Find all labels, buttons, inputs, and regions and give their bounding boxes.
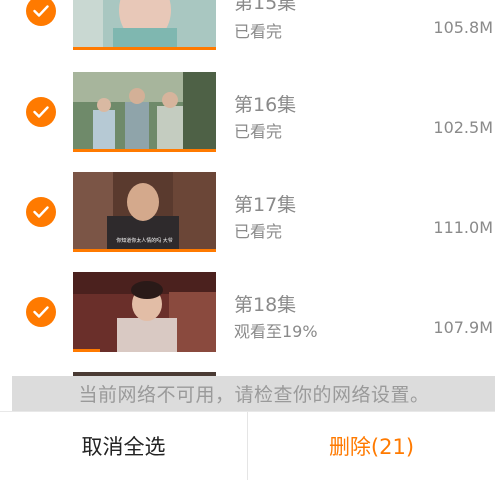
episode-title: 第15集 — [234, 0, 297, 14]
episode-file-size: 107.9M — [433, 318, 493, 337]
episode-thumbnail[interactable]: 你知道你太人情的吗 大爷 — [73, 172, 216, 252]
episode-thumbnail[interactable] — [73, 272, 216, 352]
episode-watch-status: 观看至19% — [234, 322, 318, 341]
checkbox-checked-icon[interactable] — [26, 0, 56, 26]
bottom-action-bar: 取消全选 删除(21) — [0, 411, 495, 480]
episode-title: 第18集 — [234, 294, 297, 316]
episode-row[interactable]: 第16集 已看完 102.5M — [0, 60, 495, 160]
watch-progress-bar — [73, 47, 216, 50]
episode-row[interactable]: 第18集 观看至19% 107.9M — [0, 260, 495, 360]
episode-watch-status: 已看完 — [234, 122, 283, 141]
episode-row[interactable]: 你知道你太人情的吗 大爷 第17集 已看完 111.0M — [0, 160, 495, 260]
episode-thumbnail[interactable] — [73, 0, 216, 50]
checkbox-checked-icon[interactable] — [26, 297, 56, 327]
episode-watch-status: 已看完 — [234, 222, 283, 241]
episode-title: 第17集 — [234, 194, 297, 216]
episode-watch-status: 已看完 — [234, 22, 283, 41]
checkbox-checked-icon[interactable] — [26, 97, 56, 127]
episode-title: 第16集 — [234, 94, 297, 116]
watch-progress-bar — [73, 149, 216, 152]
deselect-all-button[interactable]: 取消全选 — [0, 412, 248, 480]
thumbnail-subtitle: 你知道你太人情的吗 大爷 — [116, 237, 173, 244]
download-episode-list: 第15集 已看完 105.8M 第16集 已看完 102.5M 你知道你太人情的… — [0, 0, 495, 410]
episode-file-size: 111.0M — [433, 218, 493, 237]
episode-row[interactable]: 第15集 已看完 105.8M — [0, 0, 495, 50]
checkbox-checked-icon[interactable] — [26, 197, 56, 227]
watch-progress-bar — [73, 249, 216, 252]
watch-progress-bar — [73, 349, 101, 352]
delete-button[interactable]: 删除(21) — [248, 412, 495, 480]
episode-file-size: 102.5M — [433, 118, 493, 137]
network-error-toast: 当前网络不可用，请检查你的网络设置。 — [12, 376, 495, 411]
episode-thumbnail[interactable] — [73, 72, 216, 152]
episode-file-size: 105.8M — [433, 18, 493, 37]
